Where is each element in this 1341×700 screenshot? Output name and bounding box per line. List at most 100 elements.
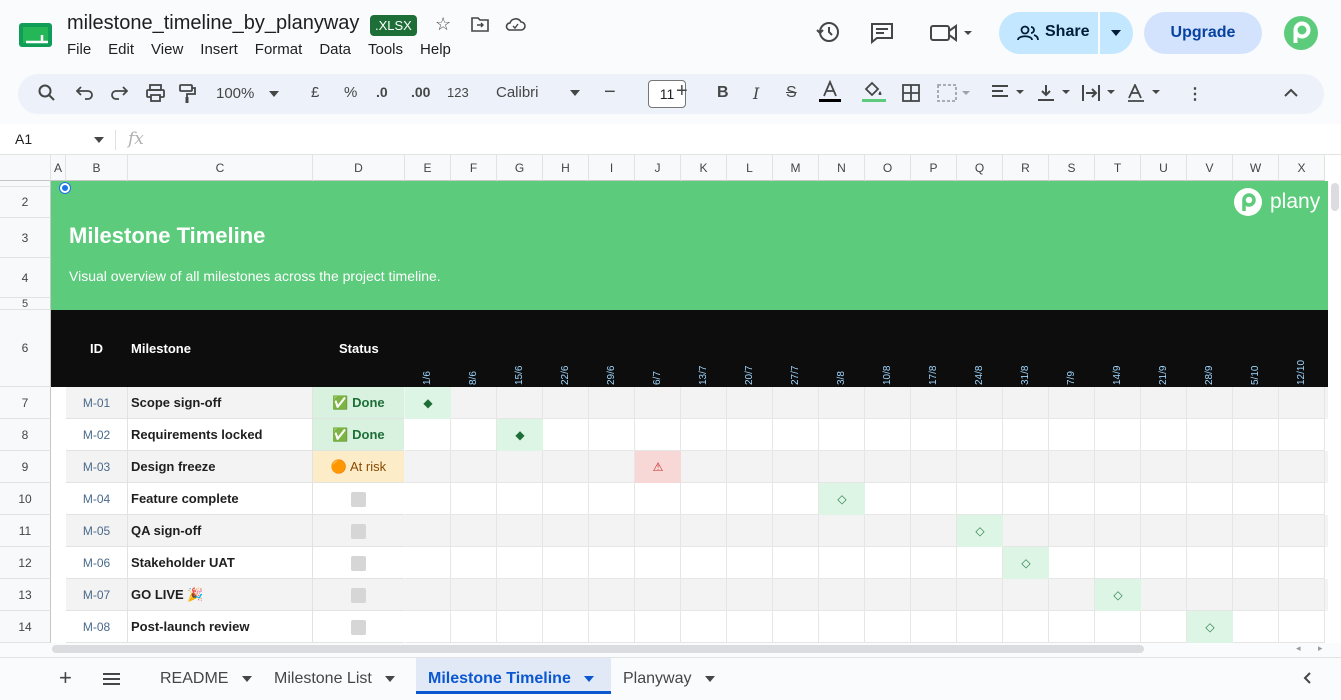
timeline-cell[interactable] [1233, 451, 1279, 483]
timeline-cell[interactable] [1279, 483, 1325, 515]
milestone-marker-icon[interactable]: ◆ [497, 419, 543, 451]
menu-help[interactable]: Help [420, 41, 451, 58]
status-checkbox[interactable] [351, 588, 366, 604]
timeline-cell[interactable] [1003, 483, 1049, 515]
timeline-cell[interactable] [819, 515, 865, 547]
fill-color-icon[interactable] [862, 80, 886, 109]
timeline-cell[interactable] [1095, 611, 1141, 643]
timeline-cell[interactable] [865, 451, 911, 483]
timeline-cell[interactable] [727, 515, 773, 547]
timeline-cell[interactable] [819, 419, 865, 451]
zoom-select[interactable]: 100% [216, 85, 279, 102]
column-header-g[interactable]: G [497, 155, 543, 181]
row-header-12[interactable]: 12 [0, 547, 51, 579]
column-header-r[interactable]: R [1003, 155, 1049, 181]
status-cell[interactable] [313, 611, 404, 643]
name-box[interactable]: A1 [15, 131, 32, 147]
timeline-cell[interactable] [911, 611, 957, 643]
row-header-7[interactable]: 7 [0, 387, 51, 419]
milestone-marker-icon[interactable]: ⚠ [635, 451, 681, 483]
timeline-cell[interactable] [957, 451, 1003, 483]
select-all-corner[interactable] [0, 155, 51, 181]
milestone-marker-icon[interactable]: ◇ [819, 483, 865, 515]
timeline-cell[interactable] [865, 547, 911, 579]
comments-icon[interactable] [870, 22, 894, 49]
timeline-cell[interactable] [1049, 547, 1095, 579]
timeline-cell[interactable] [681, 451, 727, 483]
timeline-cell[interactable] [819, 387, 865, 419]
italic-icon[interactable]: I [753, 84, 759, 103]
timeline-cell[interactable] [543, 483, 589, 515]
timeline-cell[interactable] [1279, 579, 1325, 611]
vertical-scrollbar[interactable] [1331, 183, 1339, 211]
timeline-cell[interactable] [1049, 419, 1095, 451]
add-sheet-icon[interactable]: + [59, 665, 72, 691]
timeline-cell[interactable] [589, 387, 635, 419]
status-cell[interactable] [313, 579, 404, 611]
timeline-cell[interactable] [1233, 579, 1279, 611]
timeline-cell[interactable] [405, 483, 451, 515]
column-header-d[interactable]: D [313, 155, 405, 181]
row-header-5[interactable]: 5 [0, 298, 51, 310]
font-family-select[interactable]: Calibri [496, 84, 580, 101]
collapse-sidebar-icon[interactable] [1303, 671, 1311, 689]
timeline-cell[interactable] [1279, 515, 1325, 547]
timeline-cell[interactable] [635, 483, 681, 515]
timeline-cell[interactable] [1187, 419, 1233, 451]
timeline-cell[interactable] [865, 419, 911, 451]
all-sheets-icon[interactable] [103, 672, 120, 690]
timeline-cell[interactable] [1095, 387, 1141, 419]
vertical-align-icon[interactable] [1037, 84, 1071, 107]
timeline-cell[interactable] [1279, 611, 1325, 643]
format-percent-button[interactable]: % [344, 84, 357, 101]
row-header-14[interactable]: 14 [0, 611, 51, 643]
timeline-cell[interactable] [497, 611, 543, 643]
timeline-cell[interactable] [1233, 419, 1279, 451]
timeline-cell[interactable] [635, 547, 681, 579]
column-header-v[interactable]: V [1187, 155, 1233, 181]
timeline-cell[interactable] [727, 579, 773, 611]
column-header-a[interactable]: A [51, 155, 66, 181]
timeline-cell[interactable] [865, 515, 911, 547]
bold-icon[interactable]: B [717, 84, 729, 102]
timeline-cell[interactable] [1279, 451, 1325, 483]
timeline-cell[interactable] [957, 611, 1003, 643]
timeline-cell[interactable] [1279, 419, 1325, 451]
timeline-cell[interactable] [865, 611, 911, 643]
timeline-cell[interactable] [1141, 419, 1187, 451]
share-button[interactable]: Share [999, 12, 1133, 54]
column-header-p[interactable]: P [911, 155, 957, 181]
timeline-cell[interactable] [451, 515, 497, 547]
menu-format[interactable]: Format [255, 41, 303, 58]
timeline-cell[interactable] [681, 547, 727, 579]
timeline-cell[interactable] [727, 451, 773, 483]
merge-cells-icon[interactable] [937, 84, 971, 107]
move-folder-icon[interactable] [471, 16, 489, 37]
timeline-cell[interactable] [635, 579, 681, 611]
horizontal-align-icon[interactable] [991, 84, 1025, 105]
column-header-j[interactable]: J [635, 155, 681, 181]
timeline-cell[interactable] [819, 611, 865, 643]
timeline-cell[interactable] [497, 579, 543, 611]
row-header-4[interactable]: 4 [0, 258, 51, 298]
timeline-cell[interactable] [451, 419, 497, 451]
timeline-cell[interactable] [589, 579, 635, 611]
menu-view[interactable]: View [151, 41, 183, 58]
timeline-cell[interactable] [1003, 451, 1049, 483]
timeline-cell[interactable] [497, 483, 543, 515]
timeline-cell[interactable] [451, 547, 497, 579]
timeline-cell[interactable] [1279, 387, 1325, 419]
timeline-cell[interactable] [1003, 387, 1049, 419]
menu-edit[interactable]: Edit [108, 41, 134, 58]
selection-handle[interactable] [60, 183, 70, 193]
meet-camera-icon[interactable] [930, 23, 976, 48]
column-header-q[interactable]: Q [957, 155, 1003, 181]
timeline-cell[interactable] [1141, 387, 1187, 419]
timeline-cell[interactable] [1141, 483, 1187, 515]
timeline-cell[interactable] [911, 419, 957, 451]
timeline-cell[interactable] [773, 419, 819, 451]
timeline-cell[interactable] [1095, 451, 1141, 483]
timeline-cell[interactable] [911, 483, 957, 515]
text-rotation-icon[interactable] [1127, 82, 1161, 107]
timeline-cell[interactable] [635, 515, 681, 547]
